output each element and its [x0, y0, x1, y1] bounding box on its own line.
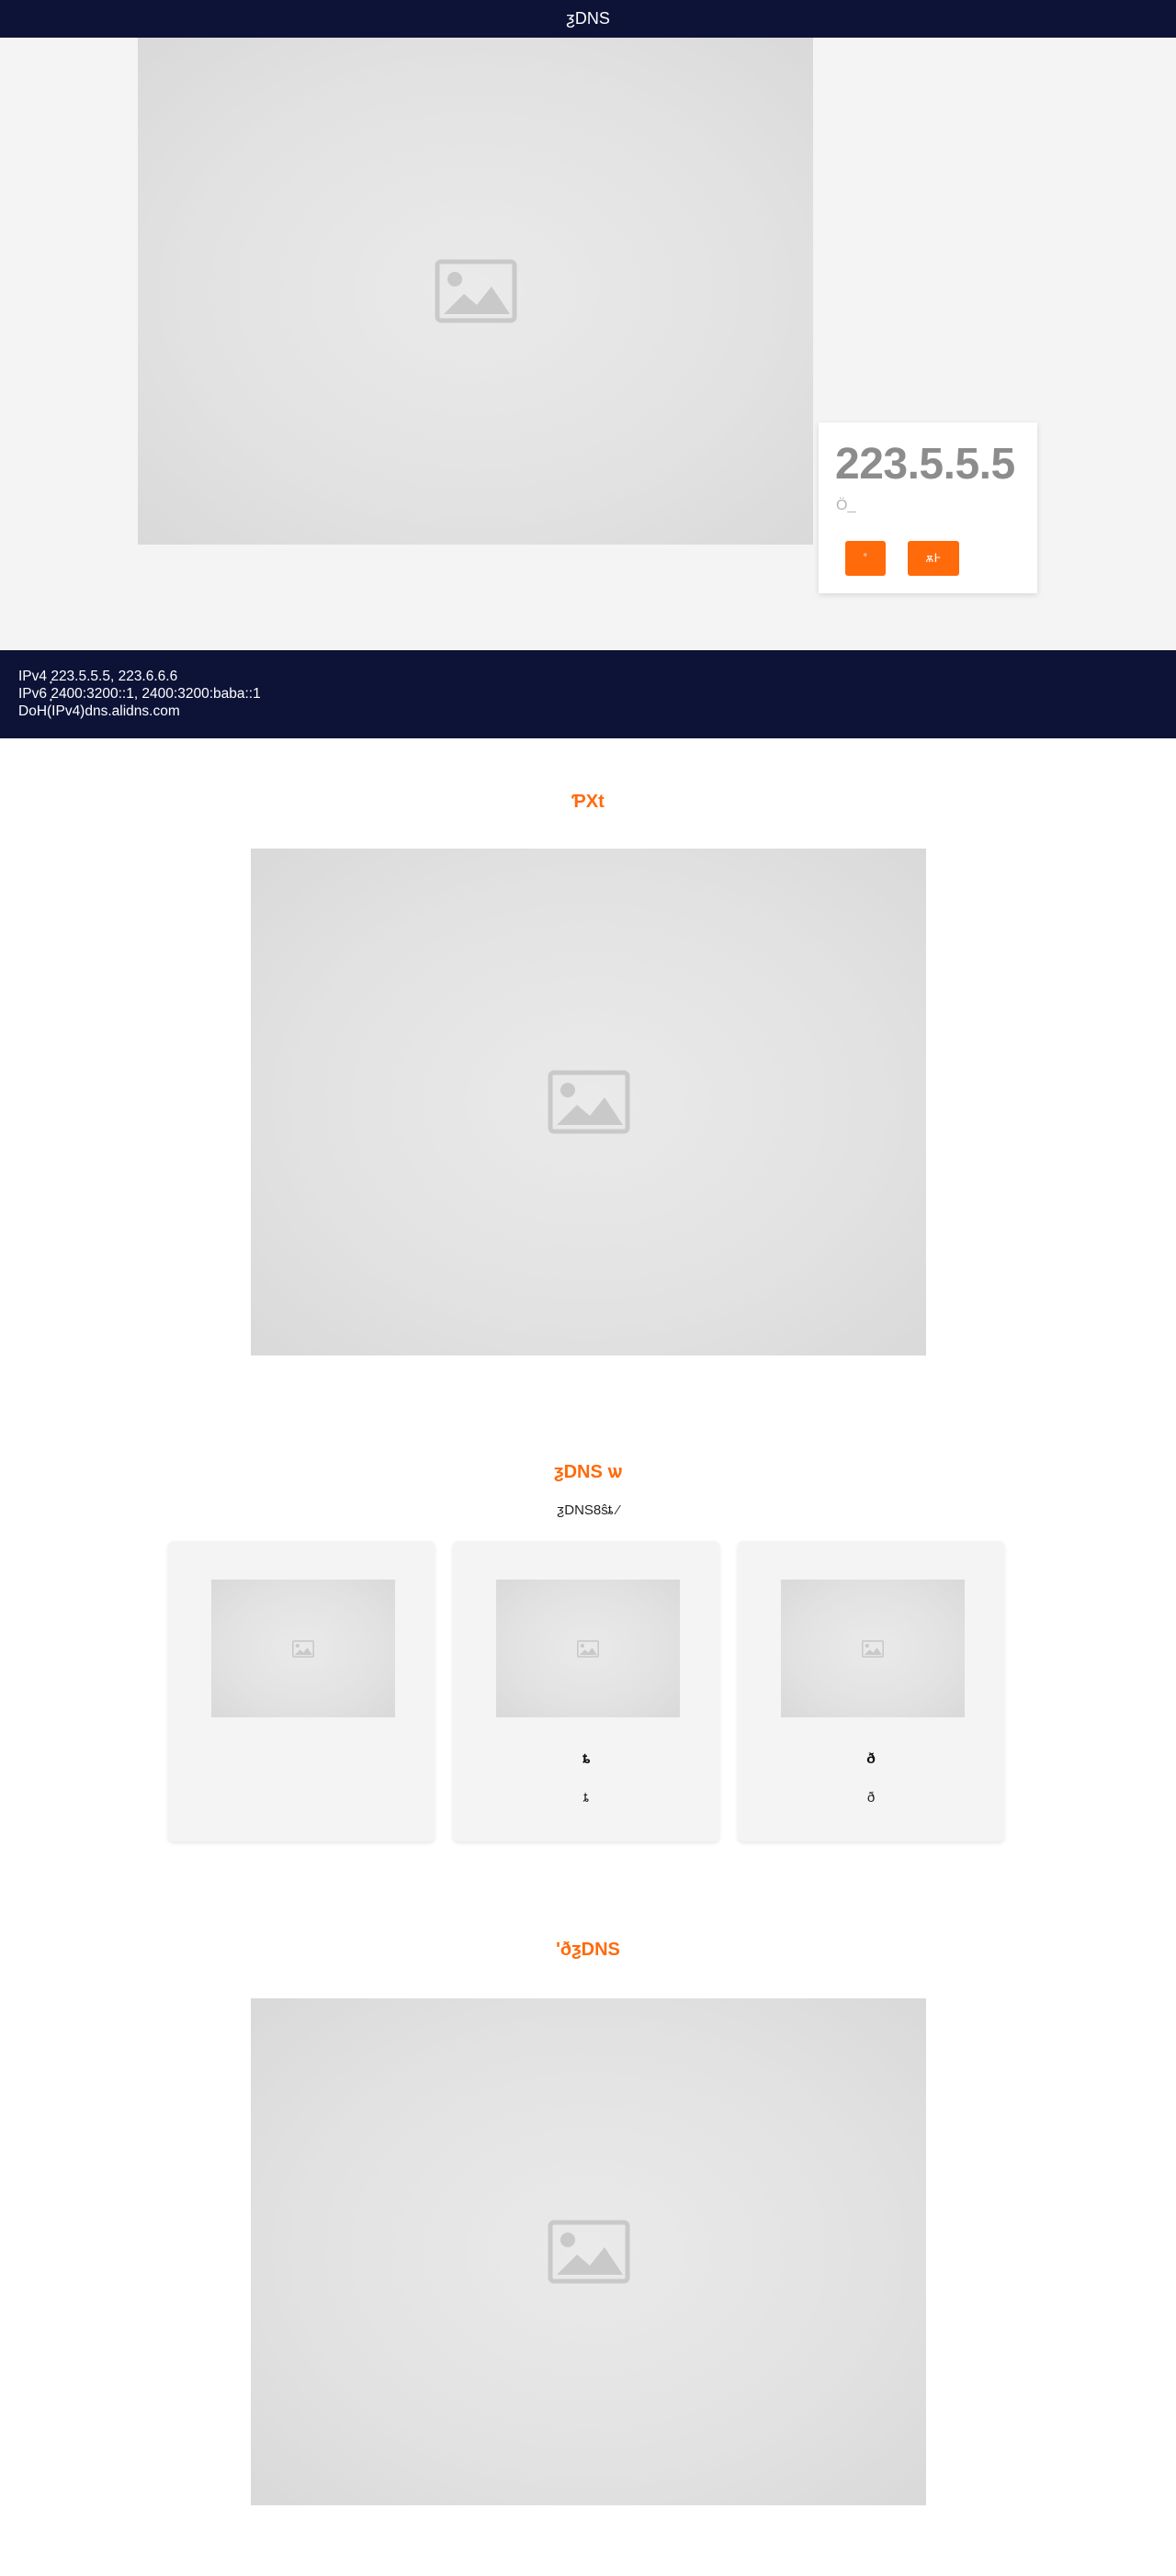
- section-three-image: [251, 1998, 926, 2505]
- dns-ip-subtitle: Ö_: [836, 498, 856, 513]
- feature-card: ȶ ȶ: [453, 1541, 719, 1841]
- image-placeholder-icon: [577, 1639, 599, 1658]
- section-two-title: ƺDNS ѡ: [554, 1462, 622, 1482]
- ipv4-addresses: IPv4 ̟223.5.5.5, 223.6.6.6: [18, 669, 178, 684]
- feature-card: [168, 1541, 435, 1841]
- section-one-image: [251, 849, 926, 1355]
- dns-address-card: 223.5.5.5 Ö_ ˚ ѫ߅: [819, 422, 1037, 593]
- feature-card-text: ð: [866, 1790, 876, 1805]
- feature-card: ð ð: [738, 1541, 1004, 1841]
- primary-action-button[interactable]: ˚: [845, 541, 886, 576]
- feature-card-image: [496, 1580, 680, 1717]
- image-placeholder-icon: [292, 1639, 314, 1658]
- feature-card-text: ȶ: [583, 1790, 589, 1805]
- dns-info-bar: IPv4 ̟223.5.5.5, 223.6.6.6 IPv6 ̟2400:32…: [0, 650, 1176, 738]
- top-header: ƺDNS: [0, 0, 1176, 38]
- image-placeholder-icon: [862, 1639, 884, 1658]
- section-one-title: ƤXt: [571, 792, 605, 812]
- secondary-action-button[interactable]: ѫ߅: [908, 541, 959, 576]
- ipv6-addresses: IPv6 ̟2400:3200::1, 2400:3200:baba::1: [18, 686, 261, 702]
- site-title: ƺDNS: [566, 9, 610, 28]
- hero-banner-image: [138, 38, 813, 545]
- section-three-title: ʹðƺDNS: [556, 1940, 620, 1960]
- image-placeholder-icon: [548, 2220, 630, 2284]
- feature-card-title: ȶ: [582, 1751, 591, 1767]
- dns-ip-address: 223.5.5.5: [835, 440, 1015, 489]
- feature-card-image: [781, 1580, 965, 1717]
- image-placeholder-icon: [548, 1070, 630, 1134]
- section-two-subtitle: ƺDNS8ŝȶ ⁄: [557, 1502, 619, 1518]
- feature-card-image: [211, 1580, 395, 1717]
- feature-card-title: ð: [866, 1751, 876, 1767]
- doh-address: DoH(IPv4)dns.alidns.com: [18, 703, 180, 719]
- image-placeholder-icon: [435, 259, 517, 323]
